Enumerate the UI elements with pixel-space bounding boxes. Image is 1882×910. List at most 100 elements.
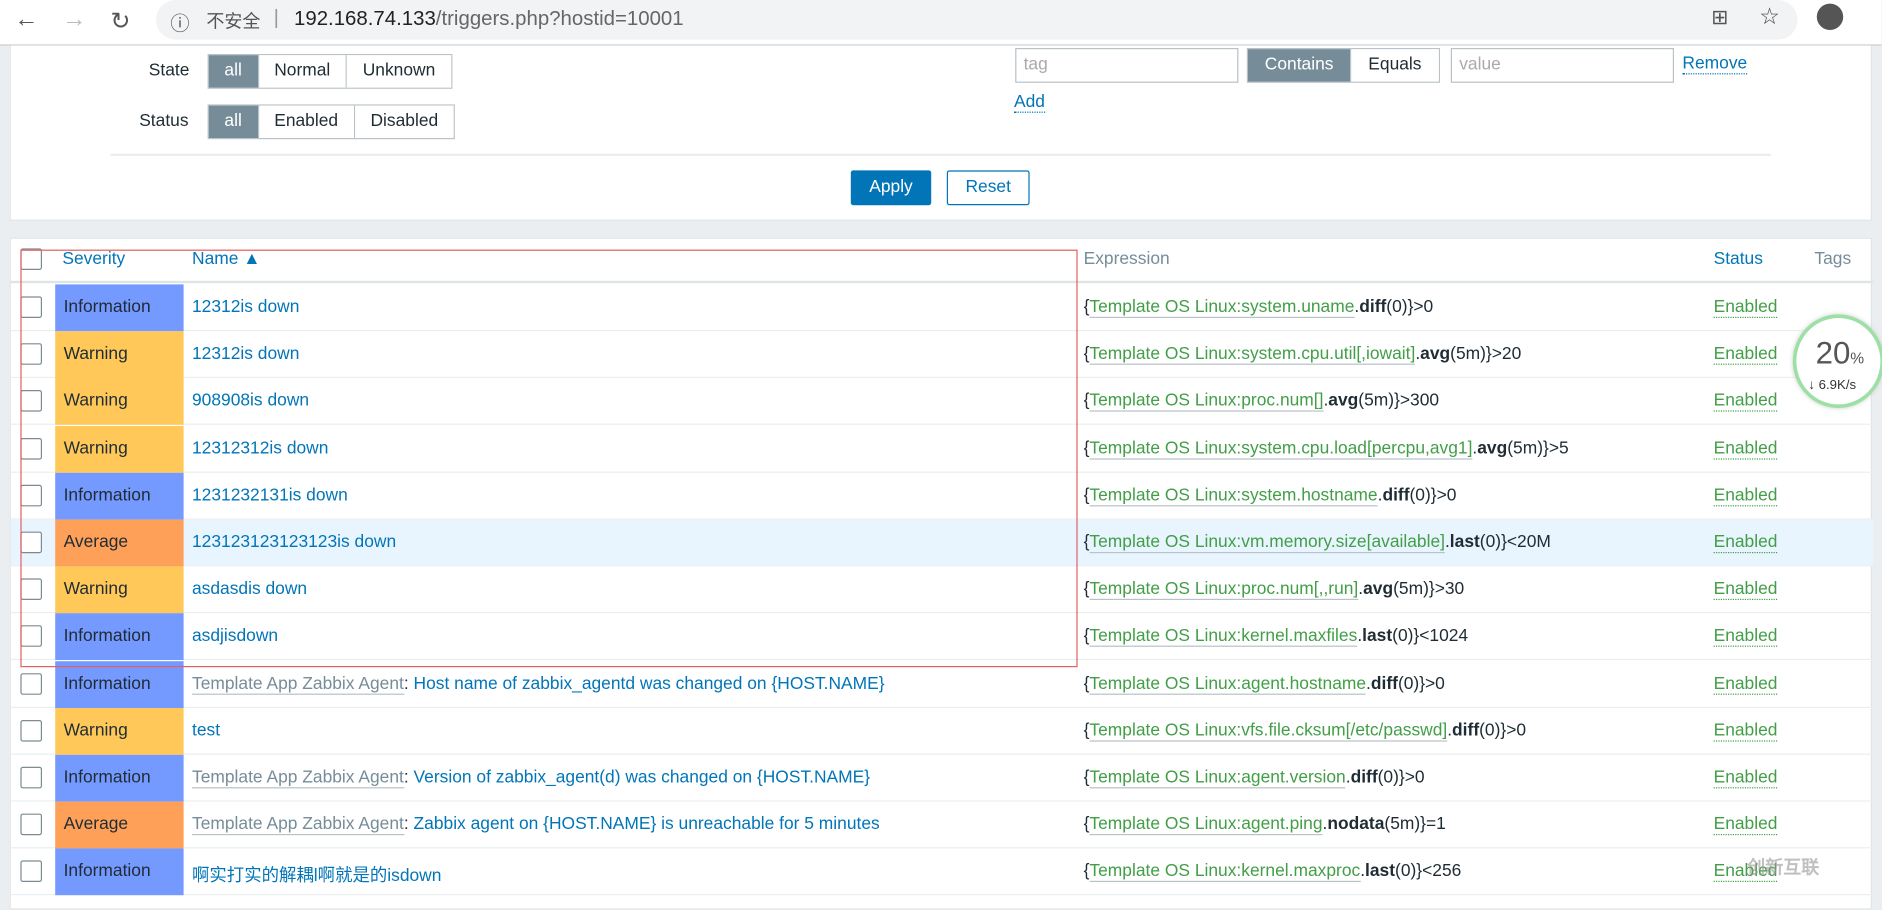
remove-link[interactable]: Remove (1682, 54, 1748, 75)
row-checkbox[interactable] (20, 672, 42, 695)
address-bar[interactable]: ⓘ 不安全 | 192.168.74.133/triggers.php?host… (156, 0, 1798, 40)
divider (110, 153, 1772, 156)
expr-brace: { (1083, 673, 1090, 694)
template-link[interactable]: Template App Zabbix Agent (192, 673, 404, 695)
star-icon[interactable]: ☆ (1759, 4, 1779, 32)
expr-item-link[interactable]: Template OS Linux:agent.version (1089, 768, 1346, 789)
status-label: Status (139, 111, 189, 131)
expr-item-link[interactable]: Template OS Linux:system.cpu.load[percpu… (1089, 438, 1473, 460)
url-path: /triggers.php?hostid=10001 (435, 7, 684, 31)
reset-button[interactable]: Reset (946, 170, 1030, 206)
expr-function: avg (1477, 438, 1508, 458)
operator-contains[interactable]: Contains (1248, 49, 1352, 82)
expression-cell: {Template OS Linux:vm.memory.size[availa… (1084, 532, 1551, 554)
name-cell: 啊实打实的解耦l啊就是的isdown (192, 862, 441, 887)
expression-cell: {Template OS Linux:agent.hostname.diff(0… (1083, 673, 1445, 695)
row-checkbox[interactable] (20, 813, 42, 836)
trigger-name-link[interactable]: Zabbix agent on {HOST.NAME} is unreachab… (414, 815, 880, 834)
back-icon[interactable]: ← (14, 6, 38, 34)
state-unknown[interactable]: Unknown (347, 55, 451, 88)
trigger-name-link[interactable]: Version of zabbix_agent(d) was changed o… (414, 768, 871, 787)
expr-brace: { (1083, 485, 1090, 505)
network-speed-widget[interactable]: 20% ↓ 6.9K/s (1792, 314, 1882, 409)
expression-cell: {Template OS Linux:proc.num[,,run].avg(5… (1084, 579, 1465, 601)
expr-item-link[interactable]: Template OS Linux:system.cpu.util[,iowai… (1089, 344, 1416, 366)
info-icon[interactable]: ⓘ (170, 7, 189, 36)
status-toggle-link[interactable]: Enabled (1713, 345, 1778, 366)
expr-item-link[interactable]: Template OS Linux:kernel.maxproc (1089, 862, 1361, 883)
state-label: State (148, 61, 190, 81)
expr-item-link[interactable]: Template OS Linux:agent.ping (1089, 815, 1323, 836)
expr-item-link[interactable]: Template OS Linux:kernel.maxfiles (1089, 626, 1358, 648)
percent-value: 20 (1815, 334, 1851, 371)
status-toggle-link[interactable]: Enabled (1713, 486, 1778, 507)
widget-speed: ↓ 6.9K/s (1808, 378, 1857, 393)
state-all[interactable]: all (208, 55, 259, 88)
profile-icon[interactable] (1816, 3, 1844, 31)
highlight-annotation-box (20, 249, 1078, 668)
expr-brace: { (1083, 862, 1090, 882)
status-all[interactable]: all (208, 105, 259, 138)
reload-icon[interactable]: ↻ (110, 6, 130, 36)
status-toggle-link[interactable]: Enabled (1713, 298, 1778, 318)
add-link[interactable]: Add (1014, 92, 1045, 113)
trigger-name-link[interactable]: 啊实打实的解耦l啊就是的isdown (192, 867, 441, 886)
expr-brace: { (1083, 391, 1090, 411)
translate-icon[interactable]: ⊞ (1711, 6, 1728, 30)
state-normal[interactable]: Normal (258, 55, 348, 88)
operator-equals[interactable]: Equals (1351, 49, 1439, 82)
name-cell: Template App Zabbix Agent: Host name of … (192, 673, 885, 695)
expr-brace: { (1083, 768, 1090, 788)
header-status[interactable]: Status (1714, 250, 1763, 269)
severity-cell: Average (55, 801, 184, 849)
expr-function: diff (1370, 673, 1398, 694)
expr-brace: { (1083, 720, 1090, 741)
expr-args: (5m)}>30 (1393, 579, 1465, 600)
row-checkbox[interactable] (20, 719, 42, 742)
expr-function: diff (1452, 720, 1480, 741)
row-checkbox[interactable] (20, 766, 42, 789)
apply-button[interactable]: Apply (850, 170, 932, 206)
expr-args: (5m)}>20 (1450, 344, 1522, 364)
expr-item-link[interactable]: Template OS Linux:system.uname (1089, 297, 1355, 318)
forward-icon[interactable]: → (62, 6, 86, 34)
expr-function: diff (1382, 485, 1410, 505)
status-toggle-link[interactable]: Enabled (1713, 392, 1778, 413)
expr-function: last (1365, 862, 1396, 882)
tag-value-input[interactable]: value (1450, 48, 1675, 83)
row-checkbox[interactable] (20, 860, 42, 883)
expr-args: (0)}<1024 (1392, 626, 1469, 647)
expr-args: (0)}<20M (1479, 532, 1551, 552)
status-toggle-link[interactable]: Enabled (1713, 768, 1778, 789)
status-toggle-link[interactable]: Enabled (1713, 674, 1778, 695)
expr-item-link[interactable]: Template OS Linux:system.hostname (1089, 485, 1378, 507)
expr-args: (0)}>0 (1377, 768, 1425, 788)
expr-item-link[interactable]: Template OS Linux:proc.num[,,run] (1089, 579, 1359, 601)
expr-item-link[interactable]: Template OS Linux:vfs.file.cksum[/etc/pa… (1089, 720, 1448, 742)
trigger-name-link[interactable]: test (192, 721, 220, 740)
url-text[interactable]: 192.168.74.133/triggers.php?hostid=10001 (294, 7, 684, 31)
expr-item-link[interactable]: Template OS Linux:vm.memory.size[availab… (1089, 532, 1445, 554)
name-cell: test (192, 721, 220, 740)
table-row: Warning test {Template OS Linux:vfs.file… (10, 707, 1874, 755)
status-toggle-link[interactable]: Enabled (1713, 721, 1778, 742)
status-toggle-link[interactable]: Enabled (1713, 533, 1778, 554)
severity-cell: Information (55, 660, 184, 708)
status-disabled[interactable]: Disabled (354, 105, 454, 138)
template-link[interactable]: Template App Zabbix Agent (192, 768, 404, 789)
status-toggle-link[interactable]: Enabled (1713, 627, 1778, 648)
status-toggle-link[interactable]: Enabled (1713, 439, 1778, 460)
status-enabled[interactable]: Enabled (258, 105, 355, 138)
expression-cell: {Template OS Linux:agent.version.diff(0)… (1083, 768, 1425, 789)
severity-cell: Information (55, 848, 184, 896)
expression-cell: {Template OS Linux:kernel.maxfiles.last(… (1084, 626, 1469, 648)
filter-panel: State all Normal Unknown Status all Enab… (9, 45, 1873, 221)
expr-item-link[interactable]: Template OS Linux:agent.hostname (1089, 673, 1367, 695)
trigger-name-link[interactable]: Host name of zabbix_agentd was changed o… (414, 674, 885, 693)
status-toggle-link[interactable]: Enabled (1713, 580, 1778, 601)
template-link[interactable]: Template App Zabbix Agent (192, 815, 404, 836)
expression-cell: {Template OS Linux:system.cpu.load[percp… (1084, 438, 1569, 460)
status-toggle-link[interactable]: Enabled (1713, 815, 1778, 836)
expr-item-link[interactable]: Template OS Linux:proc.num[] (1089, 391, 1324, 413)
tag-input[interactable]: tag (1015, 48, 1239, 83)
